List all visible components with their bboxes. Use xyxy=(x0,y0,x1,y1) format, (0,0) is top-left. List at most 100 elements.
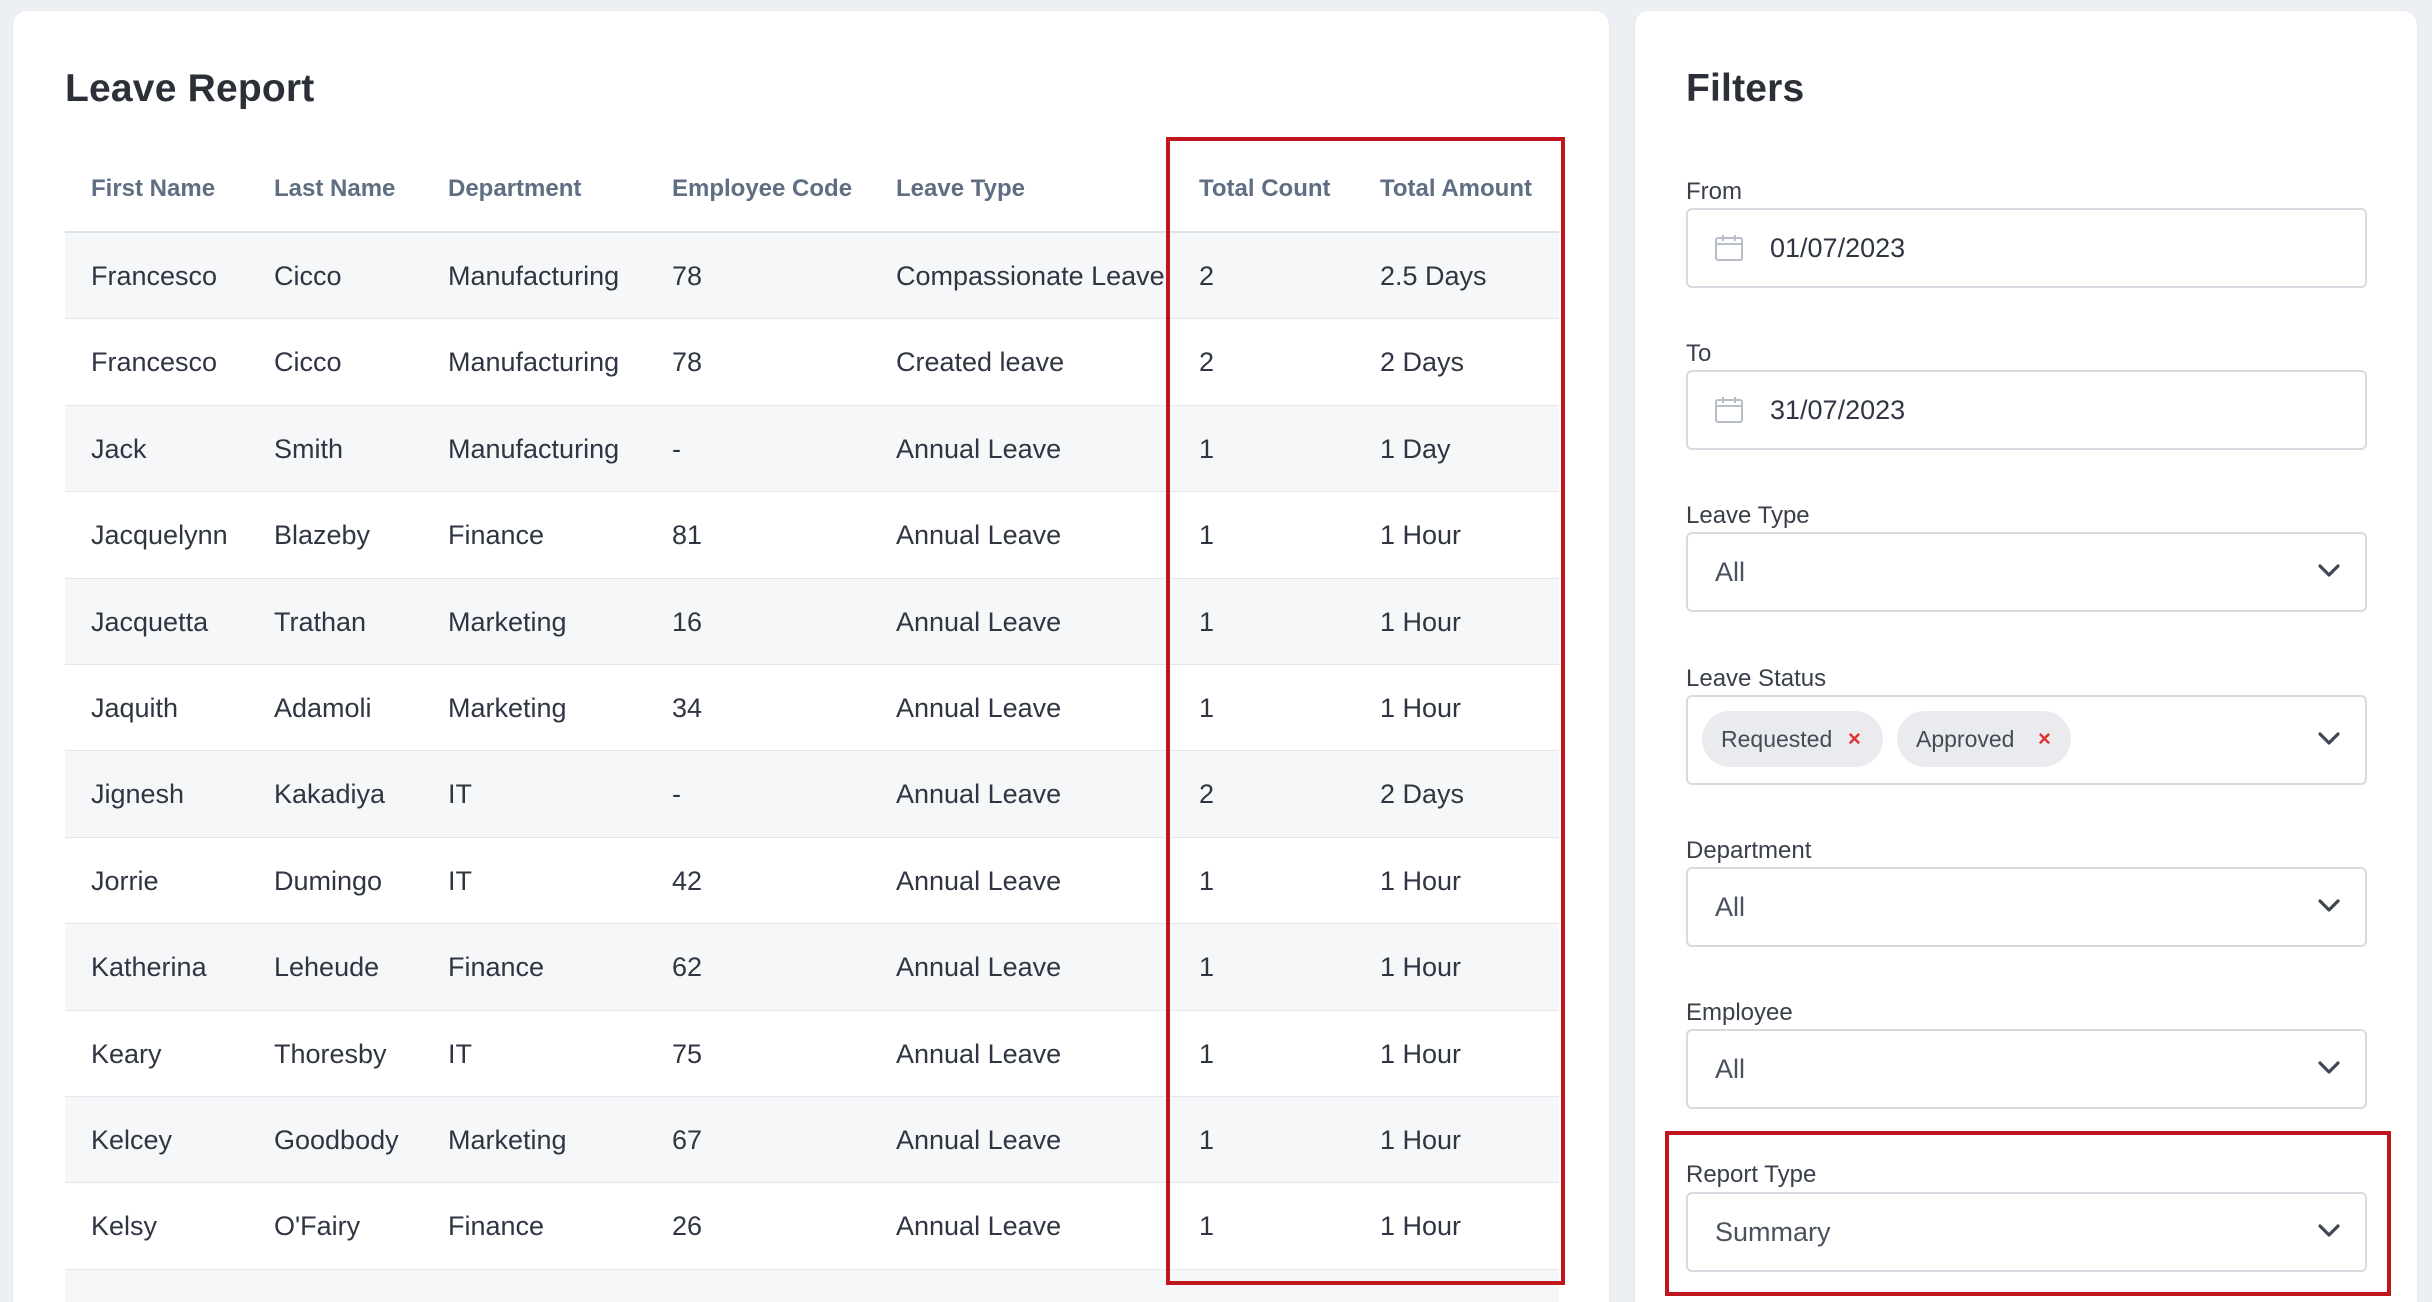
department-select[interactable]: All xyxy=(1686,867,2367,947)
remove-tag-icon[interactable]: × xyxy=(2038,711,2051,767)
cell-last-name: Smith xyxy=(274,433,344,464)
cell-first-name: Keary xyxy=(91,1038,162,1069)
leave-status-label: Leave Status xyxy=(1686,665,1827,692)
cell-leave-type: Annual Leave xyxy=(896,865,1062,896)
leave-type-value: All xyxy=(1715,557,1746,587)
table-row[interactable]: Keary Thoresby IT 75 Annual Leave 1 1 Hour xyxy=(65,1011,1559,1097)
cell-total-count: 1 xyxy=(1199,952,1215,983)
cell-first-name: Jaquith xyxy=(91,692,179,723)
table-row[interactable]: Kendricks Anthony Finance 29 Annual Leave 1 1 … xyxy=(65,1269,1559,1302)
cell-leave-type: Annual Leave xyxy=(896,692,1062,723)
column-header-last-name[interactable]: Last Name xyxy=(274,175,395,203)
chevron-down-icon xyxy=(2318,1061,2340,1074)
cell-first-name: Kelcey xyxy=(91,1124,173,1155)
report-type-select[interactable]: Summary xyxy=(1686,1192,2367,1272)
cell-first-name: Jignesh xyxy=(91,779,185,810)
cell-employee-code: - xyxy=(672,779,681,810)
leave-report-card: Leave Report First Name Last Name Depart… xyxy=(13,11,1609,1302)
cell-last-name: Blazeby xyxy=(274,520,371,551)
cell-total-count: 2 xyxy=(1199,779,1215,810)
table-row[interactable]: Jack Smith Manufacturing - Annual Leave 1 1 Da… xyxy=(65,405,1559,493)
cell-last-name: Trathan xyxy=(274,606,367,637)
employee-select[interactable]: All xyxy=(1686,1029,2367,1109)
column-header-first-name[interactable]: First Name xyxy=(91,175,215,203)
leave-status-multiselect[interactable]: Requested × Approved × xyxy=(1686,695,2367,785)
cell-department: IT xyxy=(448,865,472,896)
table-header: First Name Last Name Department Employee… xyxy=(65,137,1559,233)
leave-report-table: First Name Last Name Department Employee… xyxy=(65,137,1559,1302)
cell-department: Manufacturing xyxy=(448,261,620,291)
cell-first-name: Katherina xyxy=(91,952,207,983)
cell-leave-type: Compassionate Leave xyxy=(896,261,1165,291)
cell-employee-code: 75 xyxy=(672,1038,703,1069)
cell-last-name: Kakadiya xyxy=(274,779,386,810)
cell-leave-type: Annual Leave xyxy=(896,1211,1062,1242)
cell-first-name: Francesco xyxy=(91,261,218,291)
cell-department: Finance xyxy=(448,952,545,983)
cell-total-amount: 1 Hour xyxy=(1380,520,1462,551)
status-tag-requested: Requested × xyxy=(1702,711,1883,767)
column-header-department[interactable]: Department xyxy=(448,175,581,203)
department-value: All xyxy=(1715,892,1746,922)
cell-total-count: 1 xyxy=(1199,692,1215,723)
cell-total-amount: 2 Days xyxy=(1380,347,1465,378)
table-row[interactable]: Jaquith Adamoli Marketing 34 Annual Leave 1 1 … xyxy=(65,665,1559,752)
chevron-down-icon xyxy=(2318,1224,2340,1237)
report-type-label: Report Type xyxy=(1686,1161,1817,1188)
cell-employee-code: 34 xyxy=(672,692,703,723)
to-label: To xyxy=(1686,340,1712,367)
table-row[interactable]: Jacquetta Trathan Marketing 16 Annual Leave 1… xyxy=(65,578,1559,665)
department-label: Department xyxy=(1686,837,1812,864)
cell-last-name: Adamoli xyxy=(274,692,372,723)
column-header-leave-type[interactable]: Leave Type xyxy=(896,175,1025,203)
cell-leave-type: Annual Leave xyxy=(896,606,1062,637)
cell-total-amount: 1 Hour xyxy=(1380,606,1462,637)
cell-last-name: Dumingo xyxy=(274,865,383,896)
cell-department: Marketing xyxy=(448,606,567,637)
cell-leave-type: Annual Leave xyxy=(896,520,1062,551)
table-row[interactable]: Kelcey Goodbody Marketing 67 Annual Leave 1 1 … xyxy=(65,1096,1559,1184)
chevron-down-icon xyxy=(2318,899,2340,912)
table-row[interactable]: Francesco Cicco Manufacturing 78 Compassiona… xyxy=(65,233,1559,320)
cell-leave-type: Annual Leave xyxy=(896,1038,1062,1069)
cell-department: Manufacturing xyxy=(448,347,620,378)
filters-title: Filters xyxy=(1686,67,1805,110)
to-date-input[interactable]: 31/07/2023 xyxy=(1686,370,2367,450)
from-date-input[interactable]: 01/07/2023 xyxy=(1686,208,2367,288)
cell-last-name: O'Fairy xyxy=(274,1211,361,1242)
cell-total-count: 1 xyxy=(1199,1124,1215,1155)
calendar-icon xyxy=(1715,235,1743,261)
cell-total-count: 1 xyxy=(1199,1038,1215,1069)
cell-last-name: Cicco xyxy=(274,347,342,378)
cell-leave-type: Annual Leave xyxy=(896,779,1062,810)
cell-last-name: Goodbody xyxy=(274,1124,399,1155)
table-row[interactable]: Kelsy O'Fairy Finance 26 Annual Leave 1 1 Hour xyxy=(65,1183,1559,1270)
column-header-total-amount[interactable]: Total Amount xyxy=(1380,175,1532,203)
cell-total-count: 2 xyxy=(1199,347,1215,378)
table-row[interactable]: Katherina Leheude Finance 62 Annual Leave 1 1 … xyxy=(65,924,1559,1011)
cell-total-count: 1 xyxy=(1199,1270,1214,1302)
chevron-down-icon xyxy=(2318,564,2340,577)
cell-department: Marketing xyxy=(448,692,567,723)
cell-total-count: 1 xyxy=(1199,433,1215,464)
remove-tag-icon[interactable]: × xyxy=(1848,711,1861,767)
table-body: Francesco Cicco Manufacturing 78 Compassiona… xyxy=(65,233,1559,1302)
table-row[interactable]: Jignesh Kakadiya IT - Annual Leave 2 2 Days xyxy=(65,751,1559,838)
calendar-icon xyxy=(1715,397,1743,423)
filters-card: Filters From 01/07/2023 To 31/07/2023 Le… xyxy=(1635,11,2417,1302)
cell-first-name: Kelsy xyxy=(91,1211,158,1242)
table-row[interactable]: Jorrie Dumingo IT 42 Annual Leave 1 1 Hour xyxy=(65,838,1559,925)
cell-first-name: Jorrie xyxy=(91,865,159,896)
cell-department: IT xyxy=(448,1038,472,1069)
table-row[interactable]: Francesco Cicco Manufacturing 78 Created lea… xyxy=(65,319,1559,406)
column-header-total-count[interactable]: Total Count xyxy=(1199,175,1331,203)
cell-first-name: Jack xyxy=(91,433,147,464)
table-row[interactable]: Jacquelynn Blazeby Finance 81 Annual Leave 1 1… xyxy=(65,492,1559,579)
cell-total-amount: 2.5 Days xyxy=(1380,261,1487,291)
status-tag-label: Approved xyxy=(1916,726,2015,752)
column-header-employee-code[interactable]: Employee Code xyxy=(672,175,852,203)
cell-leave-type: Created leave xyxy=(896,347,1065,378)
report-type-value: Summary xyxy=(1715,1217,1831,1247)
cell-first-name: Kendricks xyxy=(91,1270,210,1302)
leave-type-select[interactable]: All xyxy=(1686,532,2367,612)
